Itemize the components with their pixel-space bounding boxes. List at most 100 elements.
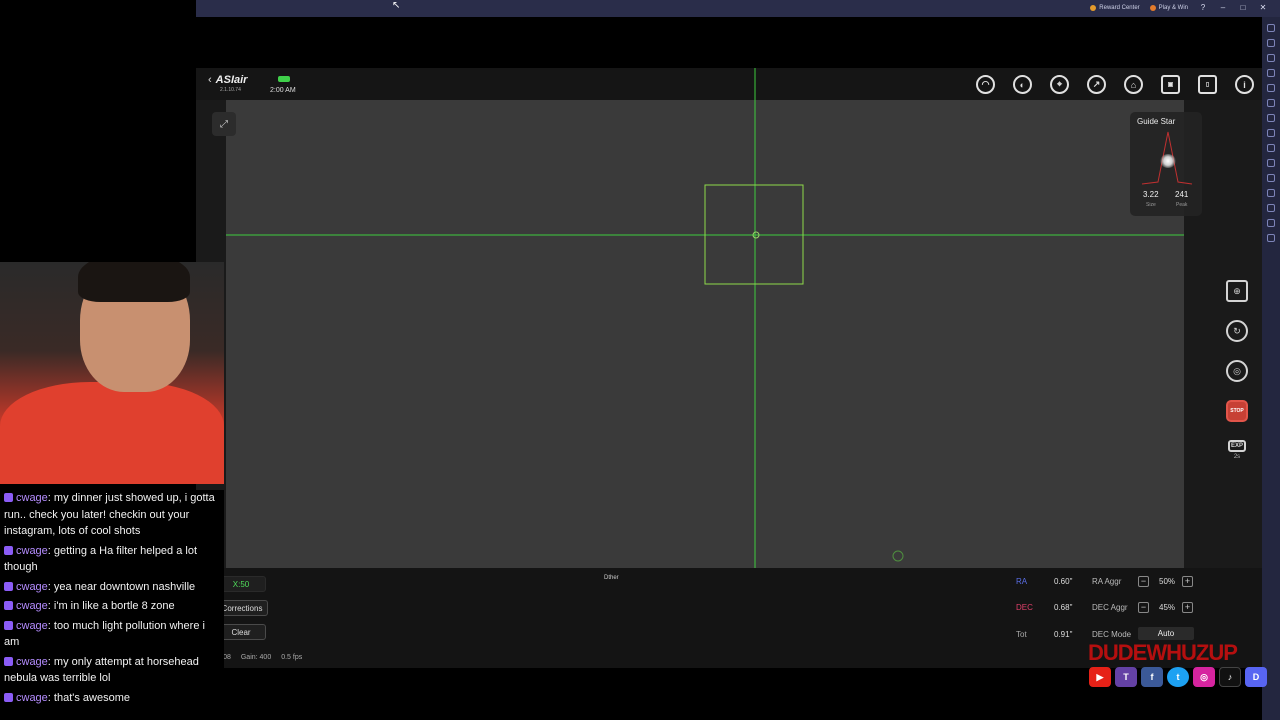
keyboard-icon[interactable] [1267,39,1275,47]
chat-text: yea near downtown nashville [53,580,196,593]
gps-icon[interactable]: ⌖ [1050,75,1069,94]
youtube-icon: ▶ [1089,667,1111,687]
gain-text: Gain: 400 [240,654,272,661]
shake-icon[interactable] [1267,129,1275,137]
help-icon[interactable]: ? [1198,3,1208,12]
camera-icon[interactable]: ▣ [1161,75,1180,94]
dec-stats: DEC 0.68" DEC Aggr − 45% + [1016,600,1256,616]
tot-label: Tot [1016,630,1027,639]
refresh-icon[interactable]: ↻ [1226,320,1248,342]
telescope-icon[interactable]: ↗ [1087,75,1106,94]
chat-username: cwage [16,580,48,593]
star-peak-value: 241 [1175,190,1189,199]
webcam-feed [0,262,224,484]
crown-icon [1090,4,1097,11]
maximize-icon[interactable]: □ [1238,3,1248,12]
target-icon[interactable]: ◎ [1226,360,1248,382]
twitch-badge-icon [4,620,13,630]
chat-message: cwage: that's awesome [4,690,220,707]
screen: Reward Center Play & Win ? – □ ✕ ↖ ‹ ASI… [0,0,1280,720]
twitch-badge-icon [4,545,13,555]
record-icon[interactable] [1267,84,1275,92]
collapse-icon[interactable]: ⤢ [212,112,236,136]
settings-icon[interactable] [1267,234,1275,242]
channel-name: DUDEWHUZUP [1088,640,1238,665]
screenshot-icon[interactable] [1267,69,1275,77]
minimize-icon[interactable]: – [1218,3,1228,12]
discord-icon: D [1245,667,1267,687]
ra-aggr-label: RA Aggr [1092,577,1122,586]
coin-icon [1149,4,1156,11]
top-icons: ◠ ◐ ⌖ ↗ ⌂ ▣ ▯ i [976,75,1254,94]
multi-instance-icon[interactable] [1267,189,1275,197]
sd-card-icon[interactable]: ▯ [1198,75,1217,94]
dec-mode-select[interactable]: Auto [1138,627,1194,640]
location-icon[interactable] [1267,144,1275,152]
social-icons: ▶ T f t ◎ ♪ D [1089,667,1267,687]
ra-aggr-minus[interactable]: − [1138,576,1149,587]
chat-message: cwage: yea near downtown nashville [4,579,220,596]
webcam-hair [78,262,190,302]
fps-text: 0.5 fps [281,654,303,661]
exposure-button[interactable]: EXP [1228,440,1246,452]
folder-icon[interactable] [1267,159,1275,167]
emulator-title-bar: Reward Center Play & Win ? – □ ✕ [196,0,1280,17]
facebook-icon: f [1141,667,1163,687]
rotate-icon[interactable] [1267,114,1275,122]
reward-center-label: Reward Center [1099,4,1140,11]
app-version: 2.1.10.74 [220,87,241,93]
tot-value: 0.91" [1054,630,1073,639]
guide-camera-view[interactable] [226,100,1184,568]
toggle-icon[interactable]: ◐ [1013,75,1032,94]
chat-username: cwage [16,619,48,632]
macro-icon[interactable] [1267,204,1275,212]
exposure-value: 2s [1233,454,1241,460]
gamepad-icon[interactable] [1267,54,1275,62]
ra-aggr-plus[interactable]: + [1182,576,1193,587]
calibrate-icon[interactable]: ⊕ [1226,280,1248,302]
dec-aggr-label: DEC Aggr [1092,603,1128,612]
twitch-badge-icon [4,656,13,666]
twitch-badge-icon [4,581,13,591]
twitter-icon: t [1167,667,1189,687]
chat-username: cwage [16,655,48,668]
dec-mode-label: DEC Mode [1092,630,1132,639]
play-win-button[interactable]: Play & Win [1149,4,1188,11]
close-icon[interactable]: ✕ [1258,3,1268,12]
dec-aggr-plus[interactable]: + [1182,602,1193,613]
observatory-icon[interactable]: ⌂ [1124,75,1143,94]
chat-text: that's awesome [53,691,131,704]
info-icon[interactable]: i [1235,75,1254,94]
play-win-label: Play & Win [1158,4,1188,11]
star-size-value: 3.22 [1143,190,1159,199]
ra-aggr-value: 50% [1159,577,1176,586]
dither-label: Dther [604,575,619,581]
chat-message: cwage: i'm in like a bortle 8 zone [4,598,220,615]
brand-name: ASIair [215,74,248,86]
instagram-icon: ◎ [1193,667,1215,687]
chat-username: cwage [16,492,48,504]
ra-value: 0.60" [1054,577,1073,586]
star-size-label: Size [1146,202,1156,208]
expand-icon[interactable] [1267,24,1275,32]
chat-username: cwage [16,544,48,557]
twitch-badge-icon [4,493,13,502]
chat-message: cwage: too much light pollution where i … [4,619,205,648]
star-thumbnail [1160,154,1176,168]
back-icon[interactable]: ‹ [208,74,212,86]
dec-value: 0.68" [1054,603,1073,612]
reward-center-button[interactable]: Reward Center [1090,4,1140,11]
apk-icon[interactable] [1267,174,1275,182]
mouse-cursor-icon: ↖ [392,0,401,11]
dec-aggr-minus[interactable]: − [1138,602,1149,613]
guide-star-panel: Guide Star 3.22 241 Size Peak [1130,112,1202,216]
eco-icon[interactable] [1267,219,1275,227]
stream-chat: cwage: my dinner just showed up, i gotta… [0,490,224,720]
stop-button[interactable]: STOP [1226,400,1248,422]
twitch-badge-icon [4,601,13,610]
app-top-bar: ‹ ASIair 2.1.10.74 2:00 AM ◠ ◐ ⌖ ↗ ⌂ ▣ ▯ … [196,68,1262,100]
wifi-icon[interactable]: ◠ [976,75,995,94]
volume-icon[interactable] [1267,99,1275,107]
ra-label: RA [1016,577,1028,586]
asiair-app: ‹ ASIair 2.1.10.74 2:00 AM ◠ ◐ ⌖ ↗ ⌂ ▣ ▯ … [196,68,1262,668]
